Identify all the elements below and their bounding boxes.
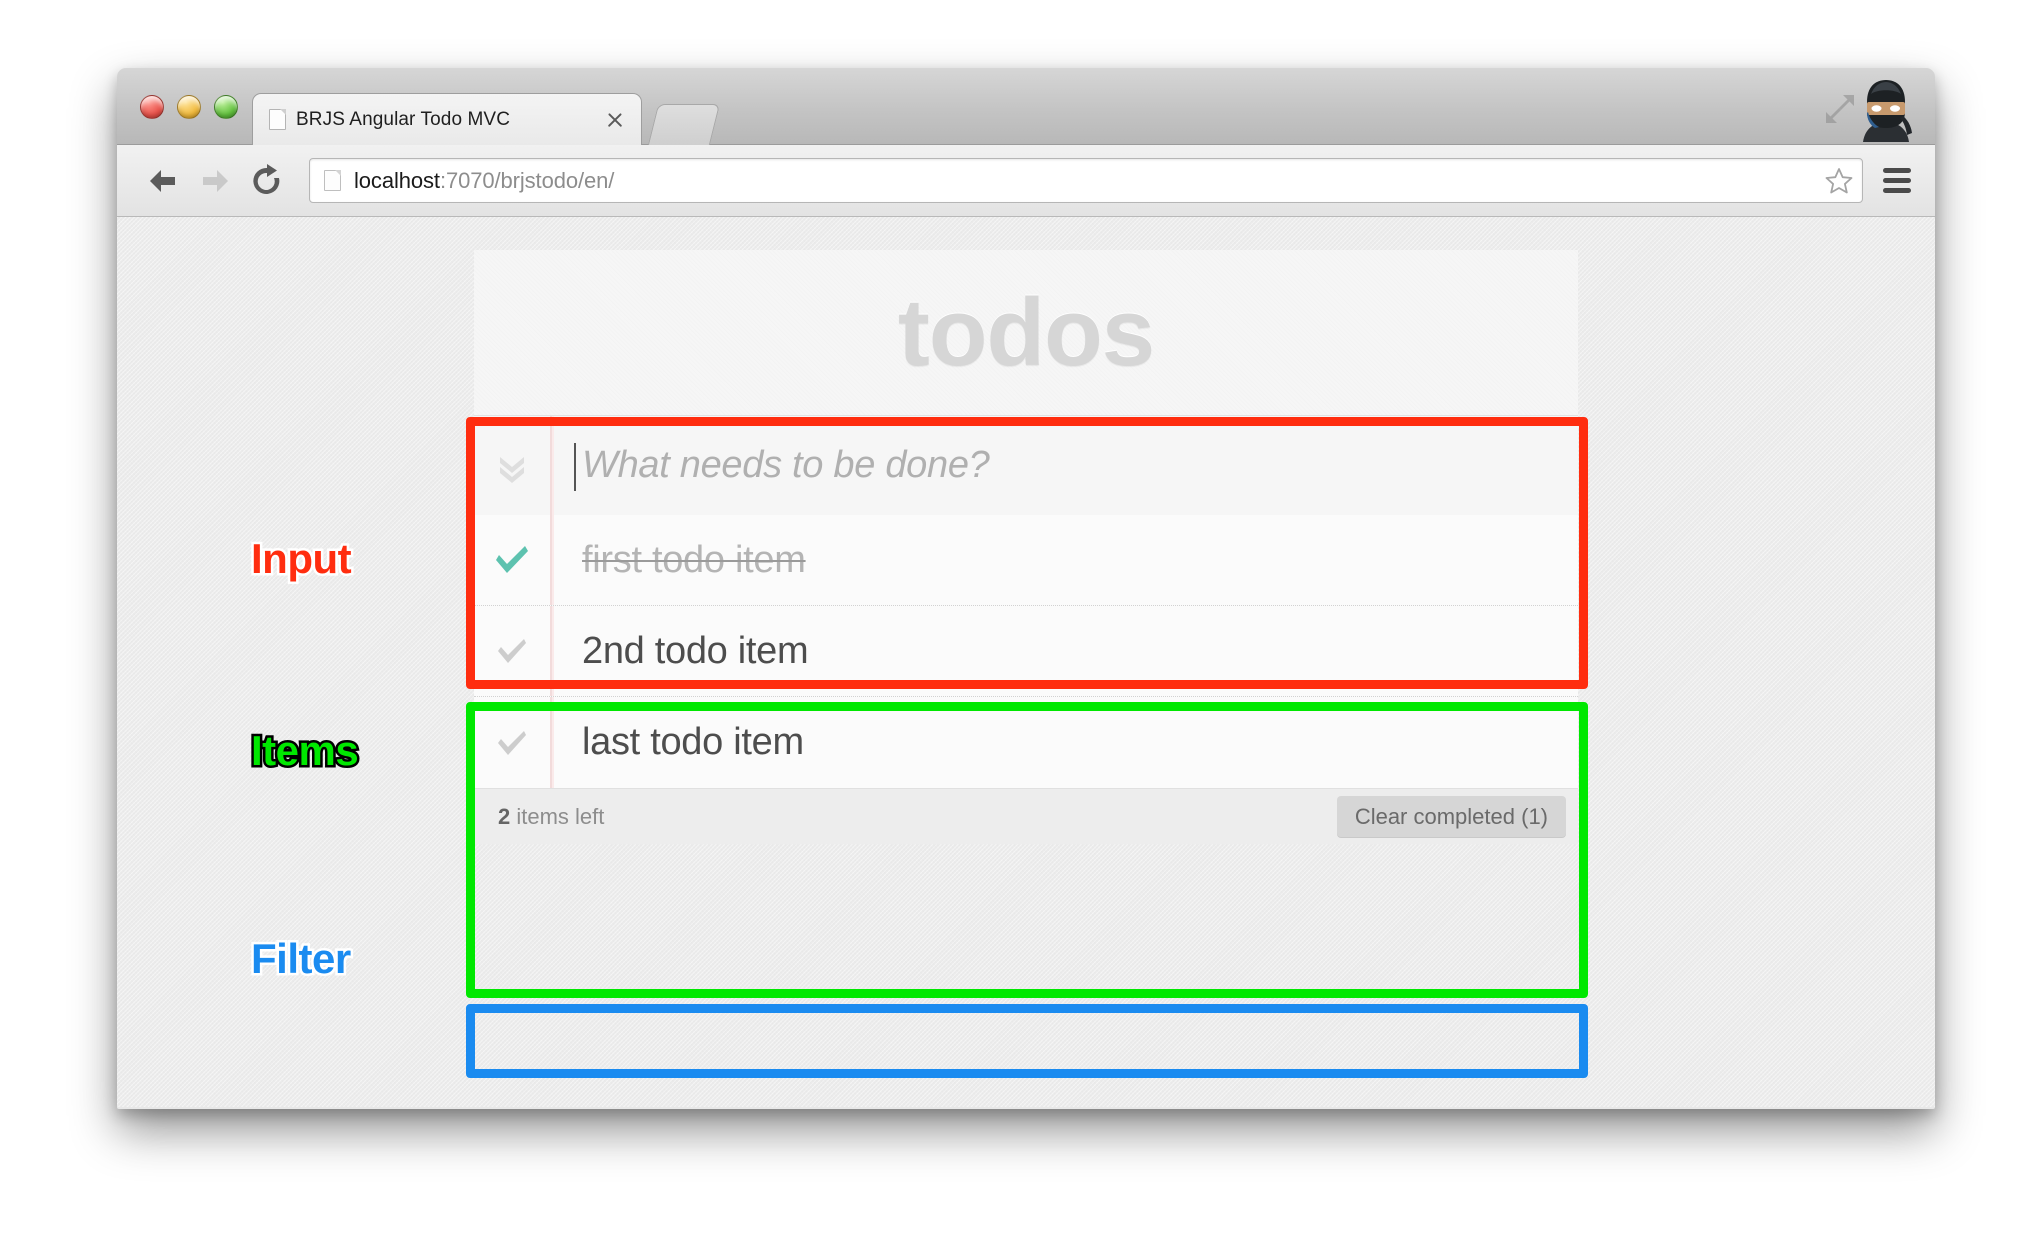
ninja-avatar-icon[interactable] <box>1855 78 1917 142</box>
hamburger-menu-icon[interactable] <box>1877 161 1917 201</box>
check-icon[interactable] <box>474 697 550 788</box>
menu-bar-2 <box>1883 178 1911 183</box>
menu-bar-3 <box>1883 188 1911 193</box>
address-bar[interactable]: localhost:7070/brjstodo/en/ <box>309 158 1863 203</box>
document-icon <box>324 170 341 191</box>
todo-item[interactable]: first todo item <box>474 515 1578 606</box>
close-window-button[interactable] <box>140 95 164 119</box>
screenshot-canvas: BRJS Angular Todo MVC localhost:7070/brj… <box>0 0 2030 1256</box>
clear-completed-button[interactable]: Clear completed (1) <box>1336 795 1566 838</box>
browser-tab[interactable]: BRJS Angular Todo MVC <box>252 93 642 145</box>
url-host: localhost <box>354 167 440 193</box>
url-text: localhost:7070/brjstodo/en/ <box>354 168 1816 194</box>
new-tab-button[interactable] <box>647 104 721 145</box>
expand-arrows-icon[interactable] <box>1823 92 1857 126</box>
browser-titlebar: BRJS Angular Todo MVC <box>117 68 1935 145</box>
arrow-left-icon[interactable] <box>141 159 185 203</box>
window-controls <box>140 95 238 119</box>
close-icon[interactable] <box>603 108 627 132</box>
page-title: todos <box>897 278 1155 386</box>
browser-toolbar: localhost:7070/brjstodo/en/ <box>117 145 1935 217</box>
todo-item-label: last todo item <box>550 697 1578 788</box>
annotation-label-input: Input <box>248 533 354 585</box>
minimize-window-button[interactable] <box>177 95 201 119</box>
new-todo-input[interactable]: What needs to be done? <box>550 416 1578 515</box>
browser-window: BRJS Angular Todo MVC localhost:7070/brj… <box>117 68 1935 1109</box>
page-viewport: todos What needs to be done? first todo … <box>117 217 1935 1107</box>
menu-bar-1 <box>1883 168 1911 173</box>
text-caret <box>574 443 576 491</box>
tab-title: BRJS Angular Todo MVC <box>296 108 511 130</box>
todo-app: todos What needs to be done? first todo … <box>474 250 1578 844</box>
new-todo-placeholder: What needs to be done? <box>582 444 990 486</box>
document-icon <box>269 109 286 130</box>
check-icon[interactable] <box>474 606 550 696</box>
todo-item[interactable]: 2nd todo item <box>474 606 1578 697</box>
annotation-label-items: Items <box>248 725 361 777</box>
star-icon[interactable] <box>1824 166 1854 196</box>
todo-count-number: 2 <box>498 803 511 829</box>
todo-count-text: items left <box>510 803 605 829</box>
todo-item-label: first todo item <box>550 515 1578 605</box>
todo-count: 2 items left <box>498 804 1337 830</box>
url-path: :7070/brjstodo/en/ <box>439 167 615 193</box>
todo-title-panel: todos <box>474 250 1578 416</box>
annotation-label-filter: Filter <box>249 933 354 985</box>
todo-item-label: 2nd todo item <box>550 606 1578 696</box>
double-chevron-down-icon[interactable] <box>474 416 550 515</box>
reload-icon[interactable] <box>245 159 289 203</box>
maximize-window-button[interactable] <box>214 95 238 119</box>
todo-list: first todo item 2nd todo item last todo … <box>474 515 1578 788</box>
arrow-right-icon[interactable] <box>193 159 237 203</box>
new-todo-row: What needs to be done? <box>474 416 1578 515</box>
check-icon[interactable] <box>474 515 550 605</box>
todo-item[interactable]: last todo item <box>474 697 1578 788</box>
annotation-box-filter <box>466 1004 1588 1078</box>
todo-footer: 2 items left Clear completed (1) <box>474 788 1578 844</box>
